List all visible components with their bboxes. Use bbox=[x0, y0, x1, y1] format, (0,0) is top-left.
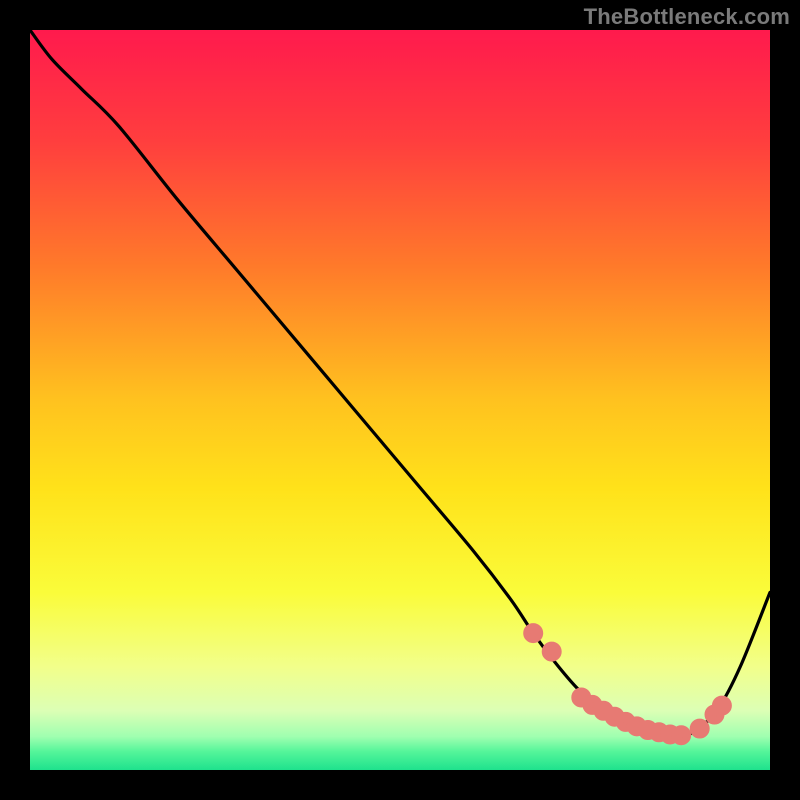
plot-area bbox=[30, 30, 770, 770]
watermark-text: TheBottleneck.com bbox=[584, 4, 790, 30]
data-marker bbox=[716, 699, 729, 712]
chart-frame: TheBottleneck.com bbox=[0, 0, 800, 800]
bottleneck-curve bbox=[30, 30, 770, 736]
data-marker bbox=[527, 627, 540, 640]
data-marker bbox=[675, 729, 688, 742]
data-marker bbox=[545, 645, 558, 658]
data-marker bbox=[693, 722, 706, 735]
markers-group bbox=[527, 627, 728, 742]
chart-svg bbox=[30, 30, 770, 770]
